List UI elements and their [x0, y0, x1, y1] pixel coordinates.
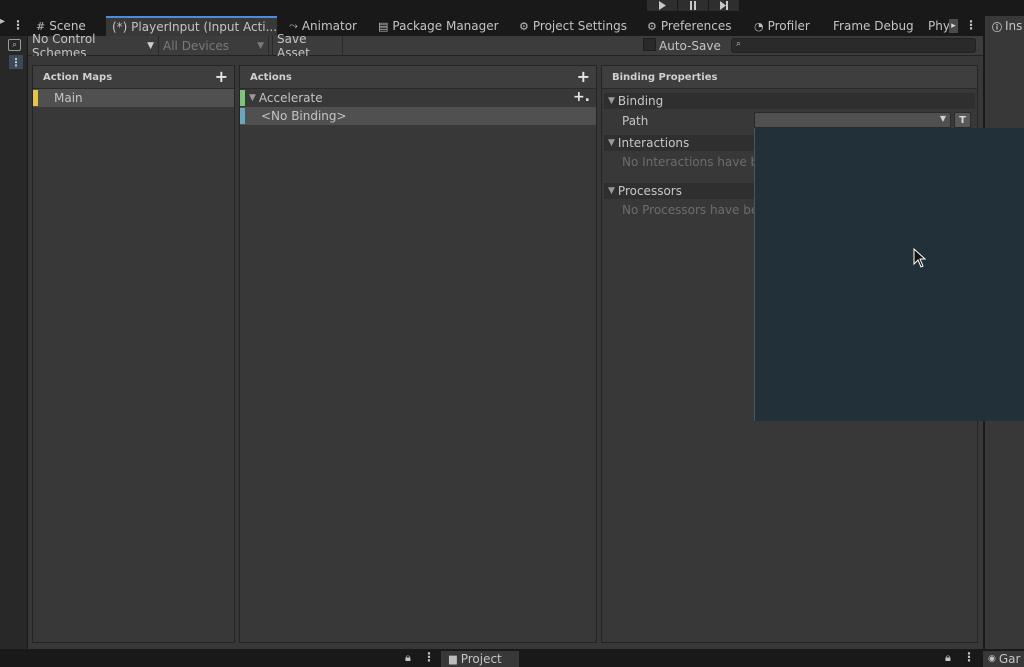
- add-action-map-button[interactable]: +: [215, 69, 228, 85]
- menu-dots-icon[interactable]: ⋮: [12, 18, 24, 32]
- lock-icon[interactable]: 🔒︎: [945, 651, 951, 665]
- search-input[interactable]: ⌕: [731, 38, 976, 53]
- search-icon: ⌕: [736, 39, 742, 49]
- search-scene-icon[interactable]: ⌕: [8, 39, 21, 51]
- gear-icon: ⚙: [519, 19, 529, 33]
- add-binding-button[interactable]: +.: [573, 89, 590, 105]
- processors-section-label: Processors: [617, 184, 682, 198]
- binding-color-strip: [240, 108, 245, 124]
- play-icon: [659, 1, 666, 10]
- chevron-right-icon: ▸: [951, 21, 956, 31]
- chevron-down-icon: ▼: [257, 40, 264, 51]
- tab-project[interactable]: ▆ Project: [441, 651, 519, 667]
- menu-dots-icon[interactable]: ⋮: [963, 650, 975, 664]
- gear-icon: ⚙: [647, 19, 657, 33]
- profiler-icon: ◔: [754, 19, 764, 33]
- action-map-color-strip: [33, 90, 38, 106]
- input-actions-toolbar: No Control Schemes ▼ All Devices ▼ Save …: [28, 32, 983, 60]
- path-dropdown[interactable]: ▼: [754, 112, 951, 128]
- binding-section-label: Binding: [617, 94, 664, 108]
- expand-triangle-icon: ▼: [608, 138, 615, 148]
- tab-label: Profiler: [767, 19, 810, 33]
- binding-label: <No Binding>: [261, 109, 347, 123]
- tab-label: Project Settings: [532, 19, 627, 33]
- mouse-cursor-icon: [913, 248, 927, 268]
- menu-dots-icon[interactable]: ⋮: [9, 55, 23, 69]
- tab-profiler[interactable]: ◔ Profiler: [754, 16, 824, 36]
- tab-preferences[interactable]: ⚙ Preferences: [647, 16, 747, 36]
- chevron-down-icon: ▼: [147, 40, 154, 51]
- pause-button[interactable]: [678, 0, 708, 11]
- tab-project-settings[interactable]: ⚙ Project Settings: [519, 16, 637, 36]
- path-label: Path: [622, 114, 649, 128]
- tab-label: Frame Debug: [833, 19, 914, 33]
- expand-triangle-icon: ▼: [608, 186, 615, 196]
- action-map-item[interactable]: Main: [33, 89, 234, 107]
- action-maps-title: Action Maps: [43, 71, 113, 83]
- tab-scroll-right-button[interactable]: ▸: [949, 19, 958, 33]
- bottom-tab-bar: 🔒︎ ⋮ ▆ Project 🔒︎ ⋮ ◉ Gar: [0, 649, 1024, 667]
- menu-dots-icon[interactable]: ⋮: [423, 650, 435, 664]
- devices-dropdown[interactable]: All Devices ▼: [159, 36, 269, 55]
- actions-title: Actions: [250, 71, 292, 83]
- auto-save-checkbox[interactable]: [643, 38, 656, 51]
- add-action-button[interactable]: +: [577, 69, 590, 85]
- action-item[interactable]: ▼ Accelerate +.: [240, 89, 596, 107]
- binding-properties-title: Binding Properties: [612, 71, 718, 83]
- play-mode-bar: [0, 0, 1024, 16]
- step-icon: [720, 1, 728, 10]
- tab-menu-dots-icon[interactable]: ⋮: [965, 18, 977, 32]
- path-picker-popup[interactable]: [754, 128, 1024, 421]
- pause-icon: [690, 1, 696, 10]
- tab-label: Gar: [998, 652, 1021, 666]
- devices-label: All Devices: [163, 38, 229, 53]
- tab-label: Ins: [1005, 19, 1023, 33]
- actions-header: Actions +: [240, 66, 596, 89]
- tab-label: Phy: [928, 19, 950, 33]
- window-tab-bar: ▸ ⋮ # Scene (*) PlayerInput (Input Acti.…: [0, 16, 983, 36]
- tab-label: Project: [460, 652, 502, 666]
- tab-frame-debug[interactable]: Frame Debug: [833, 16, 918, 36]
- interactions-empty-text: No Interactions have bee: [622, 155, 773, 169]
- tab-game[interactable]: ◉ Gar: [983, 651, 1024, 667]
- action-map-label: Main: [54, 91, 83, 105]
- control-scheme-dropdown[interactable]: No Control Schemes ▼: [28, 32, 159, 60]
- tab-label: Preferences: [660, 19, 732, 33]
- chevron-down-icon: ▼: [939, 114, 946, 123]
- tab-label: Package Manager: [392, 19, 499, 33]
- folder-icon: ▆: [449, 653, 457, 665]
- processors-empty-text: No Processors have bee: [622, 203, 766, 217]
- binding-item[interactable]: <No Binding>: [240, 107, 596, 125]
- save-asset-button[interactable]: Save Asset: [272, 32, 343, 60]
- text-mode-button[interactable]: T: [954, 112, 971, 128]
- actions-panel: Actions + ▼ Accelerate +. <No Binding>: [239, 65, 597, 643]
- action-color-strip: [240, 90, 245, 106]
- lock-icon[interactable]: 🔒︎: [405, 651, 411, 665]
- package-icon: ▤: [378, 19, 389, 33]
- left-docked-window: ⌕ ⋮: [0, 36, 27, 649]
- tab-inspector[interactable]: ⓘ Ins: [985, 16, 1024, 36]
- auto-save-label: Auto-Save: [659, 39, 721, 53]
- binding-section-header[interactable]: ▼ Binding: [604, 93, 975, 109]
- tab-package-manager[interactable]: ▤ Package Manager: [378, 16, 508, 36]
- gamepad-icon: ◉: [988, 654, 996, 664]
- play-button[interactable]: [647, 0, 677, 11]
- expand-triangle-icon: ▼: [608, 96, 615, 106]
- action-label: Accelerate: [258, 91, 323, 105]
- expand-triangle-icon[interactable]: ▼: [249, 93, 256, 103]
- interactions-section-label: Interactions: [617, 136, 690, 150]
- action-maps-panel: Action Maps + Main: [32, 65, 235, 643]
- binding-properties-header: Binding Properties: [602, 66, 977, 89]
- step-button[interactable]: [709, 0, 739, 11]
- left-tab-fragment: ▸: [0, 16, 6, 27]
- info-icon: ⓘ: [992, 22, 1002, 34]
- action-maps-header: Action Maps +: [33, 66, 234, 89]
- tab-physics[interactable]: Phy: [928, 16, 950, 36]
